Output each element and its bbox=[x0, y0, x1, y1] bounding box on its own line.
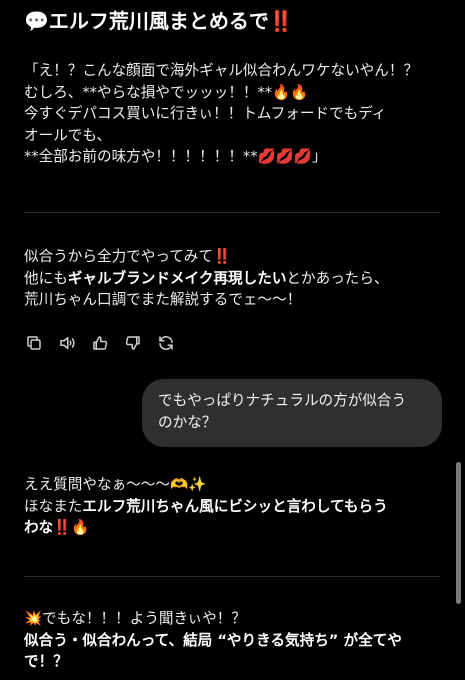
reply2-line: 💥でもな！！！よう聞きぃや！？ bbox=[24, 608, 444, 630]
quote-text: **全部お前の味方や！！！！！！** bbox=[24, 148, 258, 165]
divider bbox=[24, 212, 440, 213]
thumbs-up-icon[interactable] bbox=[90, 333, 110, 353]
quote-line: オールでも、 bbox=[24, 126, 112, 144]
fire-icon: 🔥 bbox=[71, 519, 90, 536]
heading-text: エルフ荒川風まとめるで bbox=[48, 9, 269, 33]
advice-text: 似合うから全力でやってみて bbox=[24, 248, 213, 265]
quote-line: 今すぐデパコス買いに行きぃ！！トムフォードでもディ bbox=[24, 105, 387, 122]
chat-conversation: 💬エルフ荒川風まとめるで‼️ 「え！？こんな顔面で海外ギャル似合わんワケないやん… bbox=[0, 0, 465, 680]
advice-text: 他にも bbox=[24, 269, 68, 287]
user-message-line: のかな？ bbox=[158, 414, 217, 431]
fire-icon: 🔥 bbox=[272, 83, 291, 101]
reply-block: ええ質問やなぁ〜〜〜🫶✨ ほなまたエルフ荒川ちゃん風にビシッと言わしてもらう わ… bbox=[24, 474, 444, 539]
advice-line: 荒川ちゃん口調でまた解説するでェ〜〜！ bbox=[24, 291, 302, 308]
reply-line: ええ質問やなぁ〜〜〜🫶✨ bbox=[24, 474, 444, 496]
quote-block: 「え！？こんな顔面で海外ギャル似合わんワケないやん！？ むしろ、**やらな損やで… bbox=[24, 60, 444, 168]
quote-line: **全部お前の味方や！！！！！！**💋💋💋」 bbox=[24, 146, 444, 168]
reply2-text: でもな！！！よう聞きぃや！？ bbox=[42, 610, 246, 627]
kiss-mark-icon: 💋 bbox=[293, 148, 313, 165]
reply-line: わな‼️🔥 bbox=[24, 517, 444, 539]
advice-bold-text: ギャルブランドメイク再現したい bbox=[67, 269, 287, 287]
heart-hands-icon: 🫶 bbox=[169, 476, 189, 493]
reply-bold-text: エルフ荒川ちゃん風にビシッと言わしてもらう bbox=[82, 497, 388, 515]
kiss-mark-icon: 💋 bbox=[275, 148, 294, 165]
advice-text: とかあったら、 bbox=[286, 269, 389, 287]
advice-block: 似合うから全力でやってみて‼️ 他にもギャルブランドメイク再現したいとかあったら… bbox=[24, 246, 444, 311]
regenerate-icon[interactable] bbox=[156, 333, 176, 353]
thumbs-down-icon[interactable] bbox=[123, 333, 143, 353]
quote-close-bracket: 」 bbox=[312, 148, 327, 165]
reply-line: ほなまたエルフ荒川ちゃん風にビシッと言わしてもらう bbox=[24, 496, 444, 518]
sparkles-icon: ✨ bbox=[188, 476, 207, 493]
collision-icon: 💥 bbox=[24, 610, 43, 627]
reply2-block: 💥でもな！！！よう聞きぃや！？ 似合う・似合わんって、結局 “やりきる気持ち” … bbox=[24, 608, 444, 673]
reply-bold-text: わな bbox=[24, 519, 54, 536]
advice-line: 他にもギャルブランドメイク再現したいとかあったら、 bbox=[24, 268, 444, 290]
reply-text: ほなまた bbox=[24, 497, 83, 515]
divider bbox=[24, 576, 440, 577]
user-message-bubble[interactable]: でもやっぱりナチュラルの方が似合う のかな？ bbox=[142, 379, 442, 447]
message-actions bbox=[24, 333, 176, 353]
double-exclamation-icon: ‼️ bbox=[268, 9, 294, 33]
reply2-bold-text: で！？ bbox=[24, 653, 68, 670]
copy-icon[interactable] bbox=[24, 333, 44, 353]
quote-line: 「え！？こんな顔面で海外ギャル似合わんワケないやん！？ bbox=[24, 62, 419, 79]
double-exclamation-icon: ‼️ bbox=[53, 519, 72, 536]
section-heading: 💬エルフ荒川風まとめるで‼️ bbox=[24, 8, 444, 34]
advice-line: 似合うから全力でやってみて‼️ bbox=[24, 246, 444, 268]
scrollbar-thumb[interactable] bbox=[456, 462, 461, 604]
double-exclamation-icon: ‼️ bbox=[213, 248, 232, 265]
reply2-bold-text: 似合う・似合わんって、結局 “やりきる気持ち” が全てや bbox=[24, 631, 402, 649]
reply2-line: で！？ bbox=[24, 651, 444, 673]
reply-text: ええ質問やなぁ〜〜〜 bbox=[24, 476, 170, 493]
fire-icon: 🔥 bbox=[290, 83, 309, 101]
reply2-line: 似合う・似合わんって、結局 “やりきる気持ち” が全てや bbox=[24, 630, 444, 652]
kiss-mark-icon: 💋 bbox=[257, 148, 276, 165]
user-message-line: でもやっぱりナチュラルの方が似合う bbox=[158, 392, 407, 409]
speech-bubble-icon: 💬 bbox=[24, 9, 49, 33]
speaker-icon[interactable] bbox=[57, 333, 77, 353]
quote-text: むしろ、**やらな損やでッッッ！！** bbox=[24, 83, 273, 101]
quote-line: むしろ、**やらな損やでッッッ！！**🔥🔥 bbox=[24, 82, 444, 104]
